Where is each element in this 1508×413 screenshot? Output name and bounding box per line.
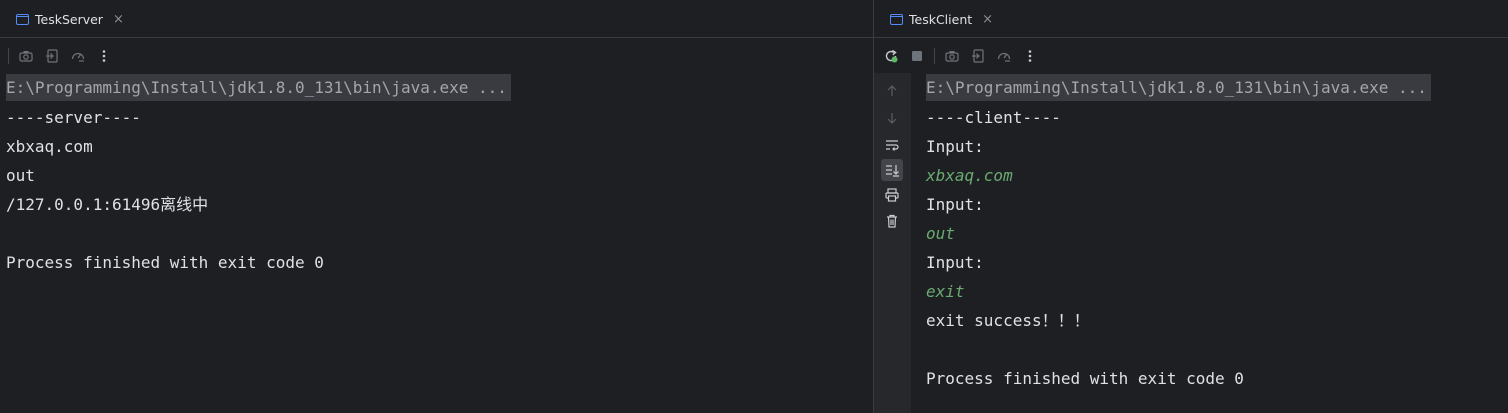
server-toolbar	[0, 38, 873, 73]
console-line: ----server----	[6, 108, 141, 127]
toolbar-divider	[934, 47, 935, 64]
tab-title: TeskClient	[909, 11, 973, 27]
console-user-input: xbxaq.com	[926, 166, 1013, 185]
client-console-output[interactable]: E:\Programming\Install\jdk1.8.0_131\bin\…	[911, 73, 1508, 413]
camera-icon[interactable]	[15, 45, 37, 67]
console-user-input: exit	[926, 282, 965, 301]
console-prompt-line: Input:	[926, 195, 984, 214]
console-line: /127.0.0.1:61496离线中	[6, 195, 209, 214]
console-prompt-line: Input:	[926, 137, 984, 156]
tab-teskserver[interactable]: TeskServer ×	[0, 0, 134, 38]
rerun-icon[interactable]	[880, 45, 902, 67]
client-tab-bar: TeskClient ×	[874, 0, 1508, 38]
console-line: xbxaq.com	[6, 137, 93, 156]
console-line: exit success！！！	[926, 311, 1090, 330]
close-icon[interactable]: ×	[982, 12, 993, 27]
tab-title: TeskServer	[35, 11, 103, 27]
console-prompt-line: Input:	[926, 253, 984, 272]
client-toolbar	[874, 38, 1508, 73]
console-line: out	[6, 166, 35, 185]
up-arrow-icon[interactable]	[881, 80, 903, 102]
console-exit-line: Process finished with exit code 0	[926, 369, 1244, 388]
toolbar-divider	[8, 47, 9, 64]
speedometer-icon[interactable]	[67, 45, 89, 67]
scroll-to-end-icon[interactable]	[881, 159, 903, 181]
server-run-pane: TeskServer × E:\Programming\Install\jdk1…	[0, 0, 873, 413]
console-side-toolbar	[874, 73, 911, 413]
down-arrow-icon[interactable]	[881, 107, 903, 129]
soft-wrap-icon[interactable]	[881, 134, 903, 156]
console-command-line[interactable]: E:\Programming\Install\jdk1.8.0_131\bin\…	[6, 74, 511, 101]
speedometer-icon[interactable]	[993, 45, 1015, 67]
more-options-icon[interactable]	[93, 45, 115, 67]
client-run-pane: TeskClient × E:\Programming\Install\jdk1…	[874, 0, 1508, 413]
server-console-output[interactable]: E:\Programming\Install\jdk1.8.0_131\bin\…	[0, 73, 873, 413]
server-tab-bar: TeskServer ×	[0, 0, 873, 38]
trash-icon[interactable]	[881, 210, 903, 232]
console-exit-line: Process finished with exit code 0	[6, 253, 324, 272]
window-icon	[890, 13, 903, 25]
close-icon[interactable]: ×	[113, 12, 124, 27]
tab-teskclient[interactable]: TeskClient ×	[874, 0, 1003, 38]
window-icon	[16, 13, 29, 25]
console-command-line[interactable]: E:\Programming\Install\jdk1.8.0_131\bin\…	[926, 74, 1431, 101]
more-options-icon[interactable]	[1019, 45, 1041, 67]
camera-icon[interactable]	[941, 45, 963, 67]
restore-layout-icon[interactable]	[967, 45, 989, 67]
console-line: ----client----	[926, 108, 1061, 127]
stop-icon[interactable]	[906, 45, 928, 67]
print-icon[interactable]	[881, 184, 903, 206]
console-user-input: out	[926, 224, 955, 243]
restore-layout-icon[interactable]	[41, 45, 63, 67]
